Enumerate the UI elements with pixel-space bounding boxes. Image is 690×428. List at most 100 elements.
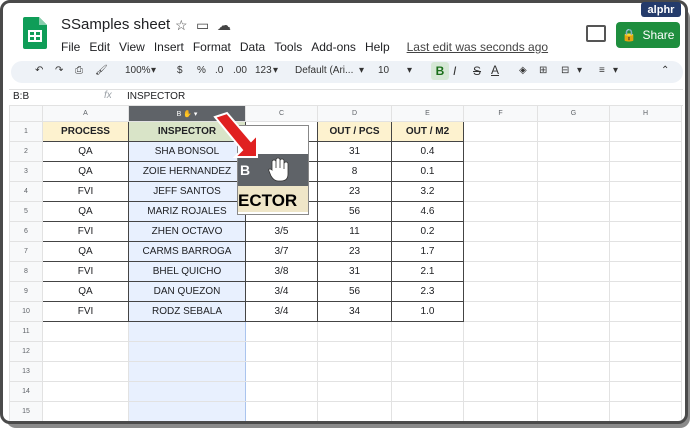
row-header[interactable]: 2	[9, 141, 43, 162]
cell[interactable]	[463, 121, 538, 142]
cell[interactable]	[537, 221, 610, 242]
cell[interactable]: 31	[317, 261, 392, 282]
last-edit-link[interactable]: Last edit was seconds ago	[407, 40, 548, 54]
menu-insert[interactable]: Insert	[154, 40, 184, 54]
cell[interactable]: 0.4	[391, 141, 464, 162]
cell[interactable]	[317, 341, 392, 362]
borders-icon[interactable]: ⊞	[539, 65, 547, 76]
cell[interactable]	[245, 321, 318, 342]
cell[interactable]	[391, 401, 464, 421]
cell[interactable]	[537, 281, 610, 302]
cell[interactable]	[537, 381, 610, 402]
cell[interactable]: 56	[317, 281, 392, 302]
cell[interactable]	[537, 121, 610, 142]
move-folder-icon[interactable]: ▭	[196, 17, 209, 34]
cell[interactable]	[245, 361, 318, 382]
cell[interactable]	[537, 141, 610, 162]
row-header[interactable]: 13	[9, 361, 43, 382]
cell[interactable]: 2.1	[391, 261, 464, 282]
row-header[interactable]: 14	[9, 381, 43, 402]
cell[interactable]	[128, 341, 246, 362]
font-chevron-icon[interactable]: ▾	[359, 65, 364, 76]
cell[interactable]	[463, 221, 538, 242]
star-icon[interactable]: ☆	[175, 17, 188, 34]
cell[interactable]	[128, 401, 246, 421]
cell[interactable]	[463, 261, 538, 282]
cell[interactable]: BHEL QUICHO	[128, 261, 246, 282]
column-header-a[interactable]: A	[42, 105, 129, 122]
cell[interactable]: QA	[42, 201, 129, 222]
column-header-g[interactable]: G	[537, 105, 610, 122]
cell[interactable]: 3/7	[245, 241, 318, 262]
zoom-chevron-icon[interactable]: ▾	[151, 65, 156, 76]
row-header[interactable]: 6	[9, 221, 43, 242]
italic-button[interactable]: I	[453, 64, 456, 78]
cell[interactable]: JEFF SANTOS	[128, 181, 246, 202]
percent-button[interactable]: %	[197, 65, 206, 76]
cell[interactable]	[609, 241, 682, 262]
document-title[interactable]: SSamples sheet	[61, 16, 170, 33]
name-box[interactable]: B:B	[13, 91, 29, 102]
column-header-f[interactable]: F	[463, 105, 538, 122]
cell[interactable]: 23	[317, 181, 392, 202]
print-icon[interactable]: ⎙	[75, 65, 83, 76]
cell[interactable]	[391, 341, 464, 362]
row-header[interactable]: 11	[9, 321, 43, 342]
increase-decimal-button[interactable]: .00	[233, 65, 247, 76]
cell[interactable]	[42, 361, 129, 382]
cell[interactable]: ZOIE HERNANDEZ	[128, 161, 246, 182]
undo-icon[interactable]: ↶	[35, 65, 43, 76]
cell[interactable]: 3.2	[391, 181, 464, 202]
font-size-select[interactable]: 10	[378, 65, 389, 76]
cell[interactable]	[463, 381, 538, 402]
cell[interactable]	[537, 301, 610, 322]
row-header[interactable]: 4	[9, 181, 43, 202]
row-header[interactable]: 9	[9, 281, 43, 302]
header-cell[interactable]: PROCESS	[42, 121, 129, 142]
cell[interactable]: 56	[317, 201, 392, 222]
cell[interactable]	[463, 281, 538, 302]
cell[interactable]	[463, 241, 538, 262]
cell[interactable]	[463, 401, 538, 421]
cell[interactable]	[42, 341, 129, 362]
cell[interactable]: 3/8	[245, 261, 318, 282]
strikethrough-button[interactable]: S	[473, 64, 481, 78]
row-header[interactable]: 7	[9, 241, 43, 262]
formula-input[interactable]: INSPECTOR	[127, 91, 185, 102]
cell[interactable]: 31	[317, 141, 392, 162]
row-header[interactable]: 5	[9, 201, 43, 222]
menu-help[interactable]: Help	[365, 40, 390, 54]
zoom-select[interactable]: 100%	[125, 65, 151, 76]
row-header[interactable]: 1	[9, 121, 43, 142]
cell[interactable]	[609, 341, 682, 362]
cell[interactable]	[463, 201, 538, 222]
cell[interactable]	[463, 301, 538, 322]
cell[interactable]: 1.0	[391, 301, 464, 322]
menu-data[interactable]: Data	[240, 40, 265, 54]
merge-cells-icon[interactable]: ⊟	[561, 65, 569, 76]
cell[interactable]	[609, 141, 682, 162]
cell[interactable]	[128, 361, 246, 382]
cell[interactable]: CARMS BARROGA	[128, 241, 246, 262]
cell[interactable]: RODZ SEBALA	[128, 301, 246, 322]
cell[interactable]: 4.6	[391, 201, 464, 222]
currency-button[interactable]: $	[177, 65, 183, 76]
cell[interactable]	[609, 401, 682, 421]
number-format-button[interactable]: 123	[255, 65, 272, 76]
row-header[interactable]: 8	[9, 261, 43, 282]
fill-color-icon[interactable]: ◈	[519, 65, 527, 76]
menu-tools[interactable]: Tools	[274, 40, 302, 54]
cell[interactable]: 23	[317, 241, 392, 262]
cell[interactable]: 8	[317, 161, 392, 182]
paint-format-icon[interactable]: 🖌	[95, 65, 108, 76]
cell[interactable]	[317, 381, 392, 402]
horizontal-align-icon[interactable]: ≡	[599, 65, 605, 76]
decrease-decimal-button[interactable]: .0	[215, 65, 223, 76]
cell[interactable]	[537, 241, 610, 262]
cell[interactable]	[537, 321, 610, 342]
cell[interactable]	[609, 281, 682, 302]
header-cell[interactable]: OUT / M2	[391, 121, 464, 142]
number-format-chevron-icon[interactable]: ▾	[273, 65, 278, 76]
cell[interactable]	[463, 161, 538, 182]
row-header[interactable]: 10	[9, 301, 43, 322]
